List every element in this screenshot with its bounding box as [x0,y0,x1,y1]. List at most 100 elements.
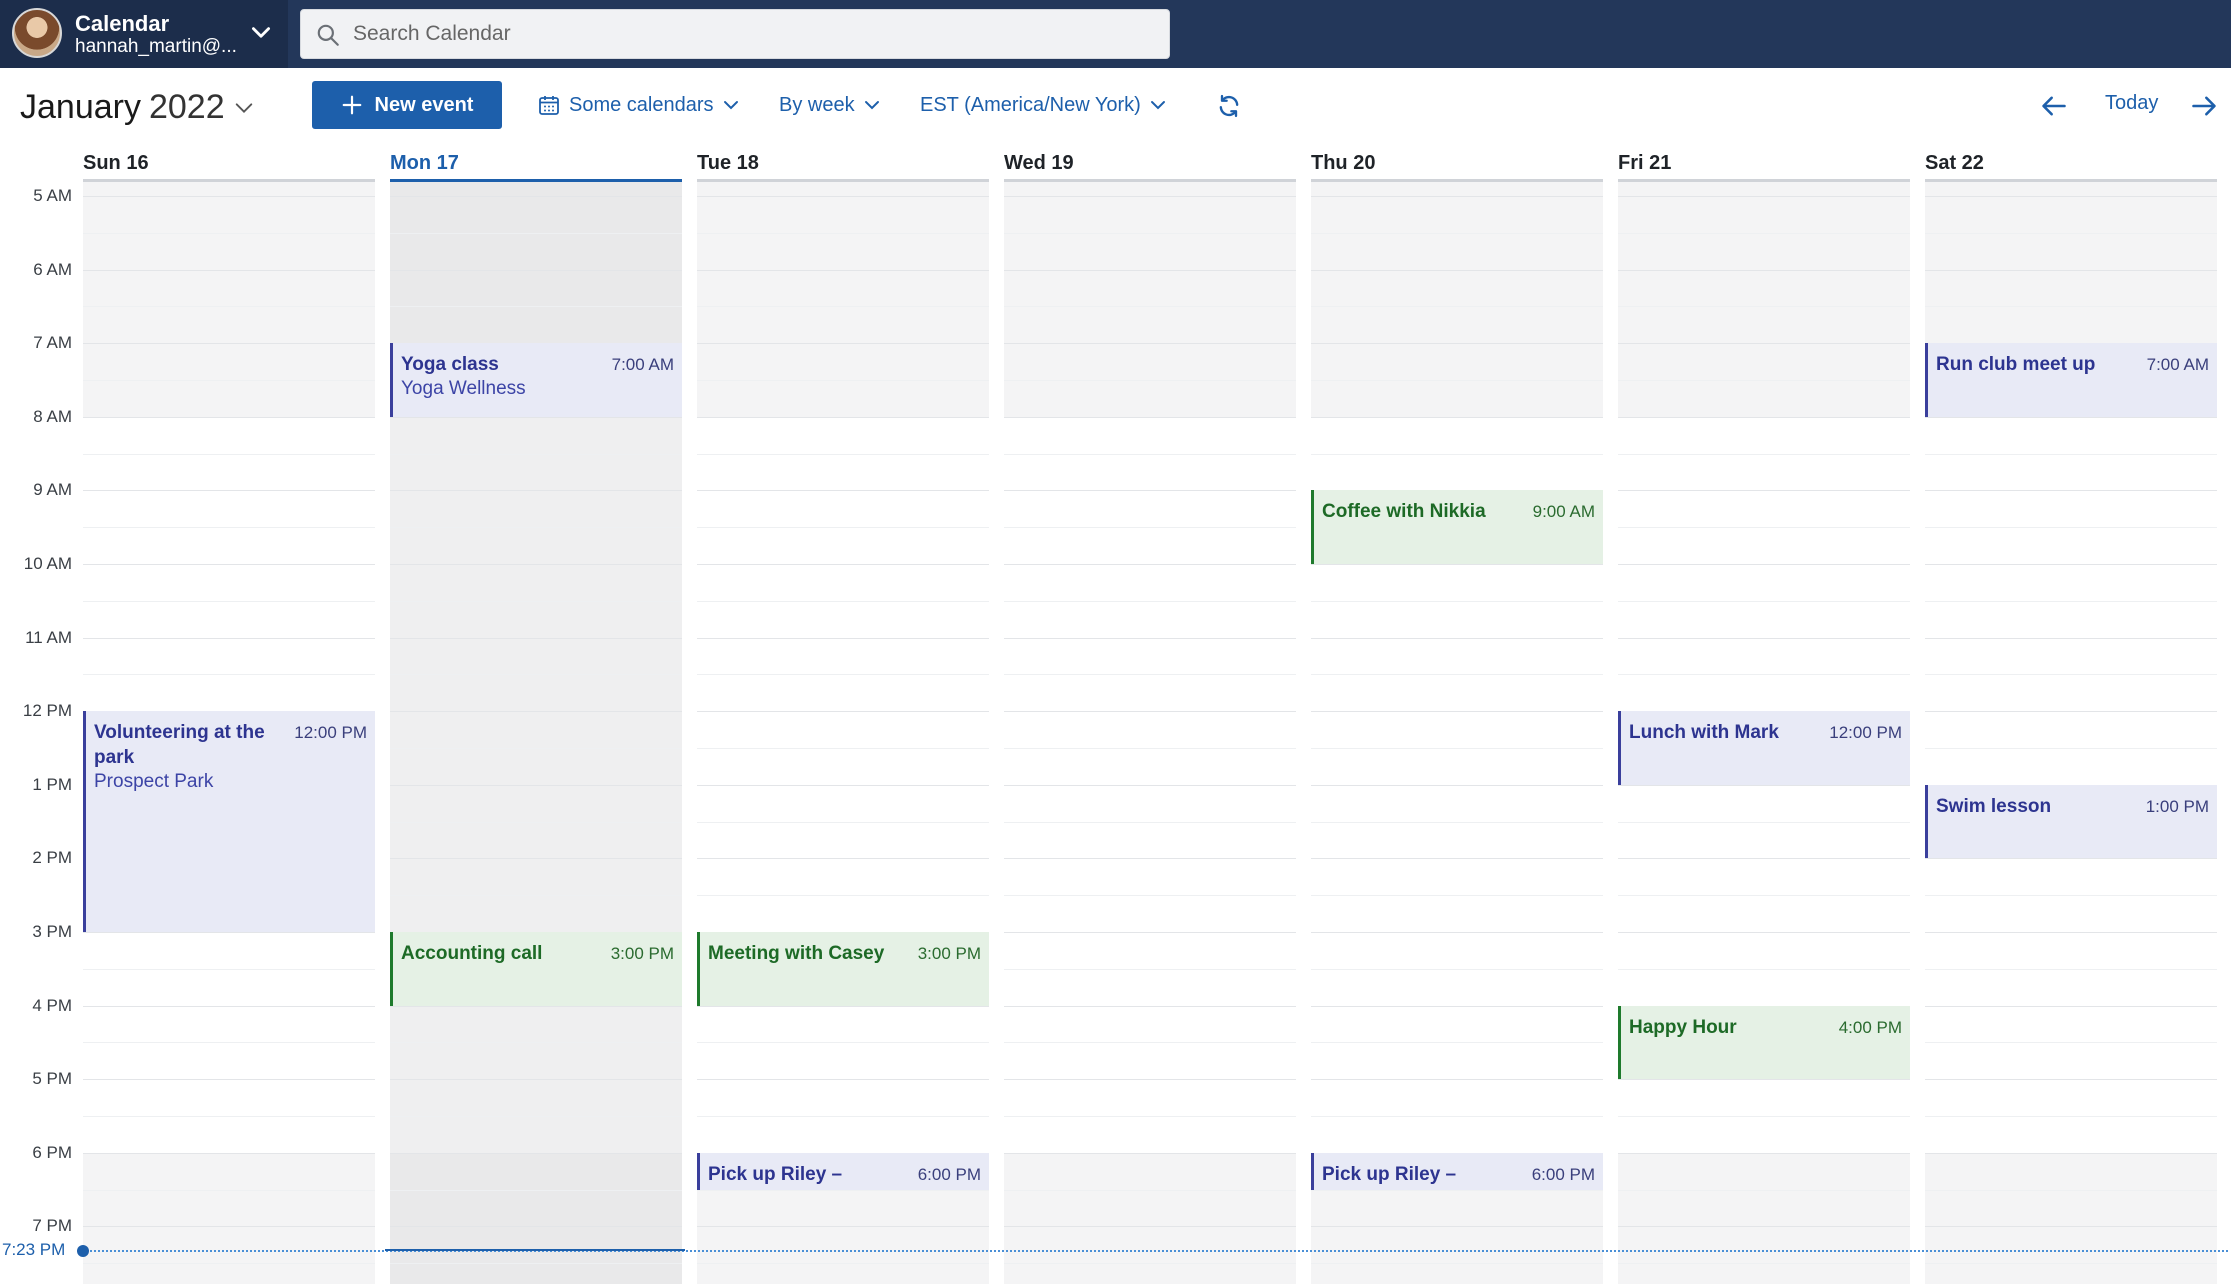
day-header[interactable]: Mon 17 [390,152,682,182]
time-slot[interactable] [1311,1263,1603,1284]
day-column[interactable]: Run club meet up 7:00 AM Swim lesson 1:00 P… [1925,182,2217,1284]
day-column[interactable] [1004,182,1296,1284]
time-slot[interactable] [1925,196,2217,233]
timezone-selector-button[interactable]: EST (America/New York) [920,89,1167,121]
time-slot[interactable] [1311,343,1603,380]
time-slot[interactable] [1004,564,1296,601]
time-slot[interactable] [390,1079,682,1116]
time-slot[interactable] [1311,1079,1603,1116]
arrow-right-icon[interactable] [2190,92,2218,120]
time-slot[interactable] [697,711,989,748]
refresh-icon[interactable] [1215,92,1243,120]
time-slot[interactable] [697,821,989,859]
time-slot[interactable] [83,637,375,675]
time-slot[interactable] [1004,1263,1296,1284]
time-slot[interactable] [1004,858,1296,895]
time-slot[interactable] [697,1116,989,1153]
time-slot[interactable] [697,600,989,638]
time-slot[interactable] [1618,895,1910,932]
time-slot[interactable] [1311,748,1603,785]
time-slot[interactable] [1004,895,1296,932]
time-slot[interactable] [390,182,682,196]
time-slot[interactable] [1925,1152,2217,1190]
calendar-event[interactable]: Happy Hour 4:00 PM [1618,1005,1910,1080]
time-slot[interactable] [697,490,989,527]
time-slot[interactable] [83,182,375,196]
calendar-event[interactable]: Accounting call 3:00 PM [390,932,682,1006]
time-slot[interactable] [1004,416,1296,454]
time-slot[interactable] [1618,564,1910,601]
time-slot[interactable] [1004,748,1296,785]
time-slot[interactable] [83,674,375,711]
time-slot[interactable] [83,232,375,270]
time-slot[interactable] [1925,1079,2217,1116]
time-slot[interactable] [1925,306,2217,344]
time-slot[interactable] [1925,637,2217,675]
time-slot[interactable] [390,1005,682,1043]
time-slot[interactable] [1004,821,1296,859]
time-slot[interactable] [1618,1116,1910,1153]
time-slot[interactable] [697,232,989,270]
time-slot[interactable] [1004,784,1296,822]
time-slot[interactable] [390,269,682,307]
time-slot[interactable] [390,196,682,233]
time-slot[interactable] [1925,182,2217,196]
time-slot[interactable] [390,232,682,270]
time-slot[interactable] [1925,416,2217,454]
time-slot[interactable] [390,821,682,859]
time-slot[interactable] [1004,711,1296,748]
time-slot[interactable] [390,1152,682,1190]
time-slot[interactable] [1618,416,1910,454]
time-slot[interactable] [1925,1226,2217,1264]
time-slot[interactable] [1618,453,1910,491]
calendar-event[interactable]: Swim lesson 1:00 PM [1925,784,2217,859]
time-slot[interactable] [1311,306,1603,344]
time-slot[interactable] [1004,600,1296,638]
time-slot[interactable] [83,343,375,380]
day-header[interactable]: Fri 21 [1618,152,1910,182]
time-slot[interactable] [83,1079,375,1116]
time-slot[interactable] [1004,1152,1296,1190]
time-slot[interactable] [697,1263,989,1284]
time-slot[interactable] [1925,1189,2217,1227]
time-slot[interactable] [697,564,989,601]
time-slot[interactable] [390,306,682,344]
time-slot[interactable] [1311,269,1603,307]
view-selector-button[interactable]: By week [779,89,881,121]
search-input[interactable] [353,10,1153,58]
time-slot[interactable] [1618,1226,1910,1264]
time-slot[interactable] [1618,490,1910,527]
time-slot[interactable] [1311,416,1603,454]
time-slot[interactable] [1925,269,2217,307]
time-slot[interactable] [1618,182,1910,196]
time-slot[interactable] [83,453,375,491]
time-slot[interactable] [83,1189,375,1227]
time-slot[interactable] [697,674,989,711]
time-slot[interactable] [1618,196,1910,233]
time-slot[interactable] [1618,784,1910,822]
time-slot[interactable] [1311,968,1603,1006]
time-slot[interactable] [83,932,375,969]
calendar-event[interactable]: Run club meet up 7:00 AM [1925,343,2217,417]
chevron-down-icon[interactable] [248,20,274,46]
time-slot[interactable] [1925,1042,2217,1079]
time-slot[interactable] [83,196,375,233]
time-slot[interactable] [697,1189,989,1227]
time-slot[interactable] [1311,1189,1603,1227]
time-slot[interactable] [390,748,682,785]
time-slot[interactable] [390,784,682,822]
time-slot[interactable] [1925,490,2217,527]
day-header[interactable]: Tue 18 [697,152,989,182]
time-slot[interactable] [1004,1116,1296,1153]
time-slot[interactable] [1618,858,1910,895]
time-slot[interactable] [697,1042,989,1079]
time-slot[interactable] [83,269,375,307]
time-slot[interactable] [1004,232,1296,270]
time-slot[interactable] [1311,380,1603,417]
time-slot[interactable] [1004,1226,1296,1264]
time-slot[interactable] [1004,1189,1296,1227]
time-slot[interactable] [1004,674,1296,711]
time-slot[interactable] [1925,232,2217,270]
time-slot[interactable] [83,527,375,564]
time-slot[interactable] [1618,1189,1910,1227]
